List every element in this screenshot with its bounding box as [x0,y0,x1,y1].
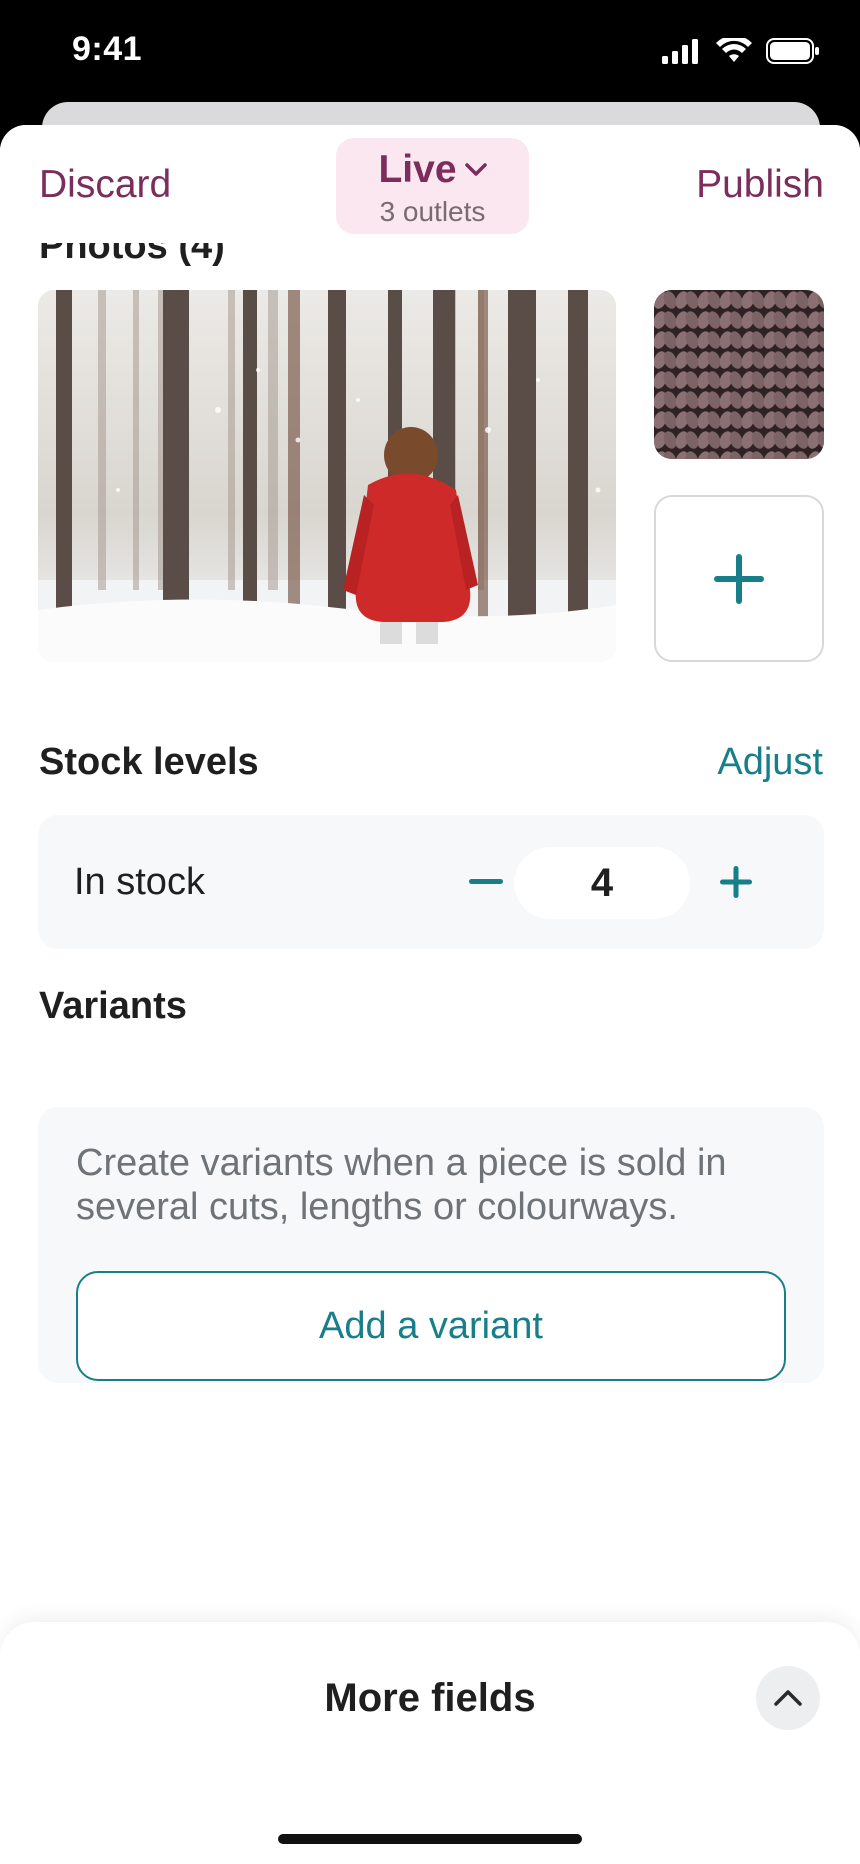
top-nav-bar: Discard Live 3 outlets Publish [0,125,860,243]
decrease-quantity-button[interactable] [456,847,516,917]
stock-levels-heading: Stock levels [39,741,259,783]
status-title: Live [378,148,457,191]
thumbnail-photo[interactable] [654,290,824,459]
edit-product-sheet: Photos (4) Stock levels Adjust In stock … [0,125,860,1864]
add-photo-button[interactable] [654,495,824,662]
publish-status-selector[interactable]: Live 3 outlets [336,138,529,234]
variants-description: Create variants when a piece is sold in … [76,1142,727,1228]
status-title-row: Live [336,148,529,192]
add-variant-button[interactable]: Add a variant [76,1271,786,1381]
cellular-signal-icon [662,39,698,64]
app-screen: 9:41 Photos (4) Stock levels Adjust In s… [0,0,860,1864]
variants-card: Create variants when a piece is sold in … [38,1107,824,1383]
chevron-down-icon [464,163,487,176]
status-icons [662,38,820,64]
publish-button[interactable]: Publish [696,163,824,207]
status-bar: 9:41 [0,0,860,110]
expand-panel-button[interactable] [756,1666,820,1730]
status-time: 9:41 [72,30,143,68]
home-indicator [278,1834,582,1844]
stock-card: In stock 4 [38,815,824,949]
adjust-stock-link[interactable]: Adjust [717,741,823,784]
discard-button[interactable]: Discard [39,163,171,207]
quantity-value[interactable]: 4 [514,847,690,919]
plus-icon [720,866,752,898]
increase-quantity-button[interactable] [706,847,766,917]
more-fields-title: More fields [324,1676,536,1720]
status-subtitle: 3 outlets [379,196,486,227]
battery-icon [766,38,819,64]
minus-icon [469,879,503,884]
variants-heading: Variants [39,985,187,1027]
chevron-up-icon [774,1690,802,1706]
wifi-icon [716,38,752,62]
main-photo[interactable] [38,290,616,662]
plus-icon [714,553,764,604]
main-photo-image [38,290,616,662]
knit-texture-image [654,290,824,459]
in-stock-label: In stock [74,861,205,903]
more-fields-panel[interactable]: More fields [0,1622,860,1864]
